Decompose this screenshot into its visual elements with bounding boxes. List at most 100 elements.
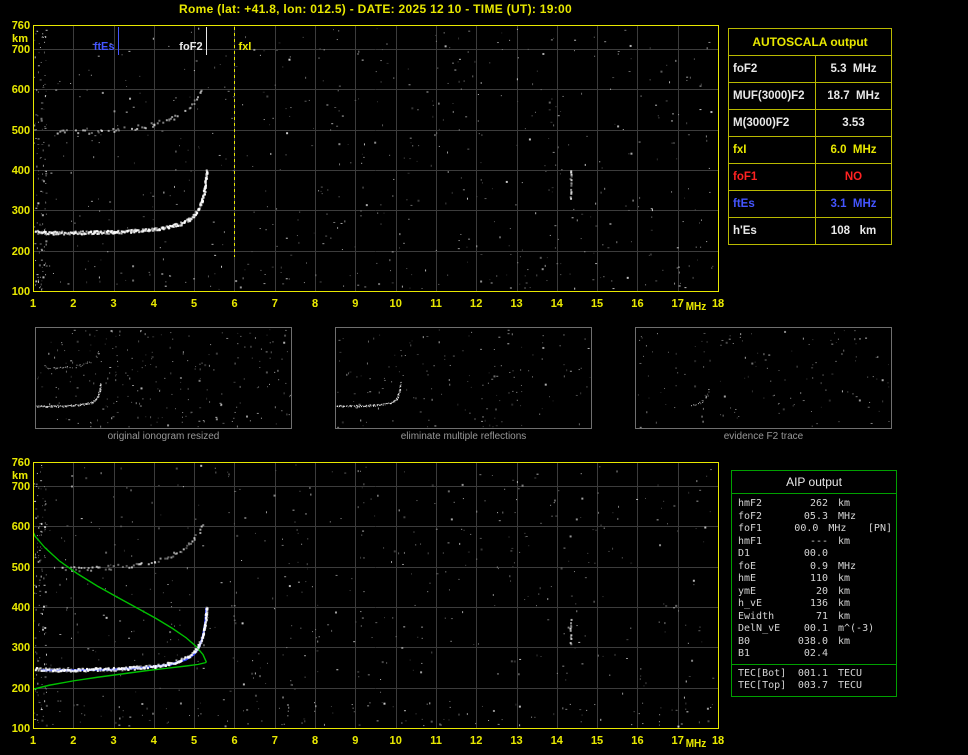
aip-unit (828, 648, 880, 661)
aip-unit (828, 548, 880, 561)
autoscala-param-label: MUF(3000)F2 (729, 83, 816, 109)
aip-unit: km (838, 598, 851, 609)
autoscala-param-value: 18.7 MHz (827, 90, 880, 102)
thumbnail-evidence-f2-trace (635, 327, 892, 429)
autoscala-row: h'Es 108 km (729, 217, 891, 244)
aip-extra (880, 561, 882, 574)
autoscala-param-value: 5.3 MHz (830, 63, 877, 75)
autoscala-param-value: 108 km (830, 225, 877, 237)
aip-extra (880, 611, 882, 624)
aip-label: D1 (738, 548, 751, 559)
bottom-ionogram-plot (0, 453, 740, 751)
autoscala-row: foF1 NO (729, 163, 891, 190)
aip-row: TEC[Bot] 001.1 TECU (738, 668, 892, 681)
aip-extra (880, 668, 882, 681)
aip-row: foF1 00.0 MHz [PN] (738, 523, 892, 536)
aip-extra (880, 511, 882, 524)
aip-row: hmE 110 km (738, 573, 892, 586)
aip-label: TEC[Top] (738, 680, 787, 691)
autoscala-output-table: AUTOSCALA output foF2 5.3 MHz MUF(3000)F2 1… (728, 28, 892, 245)
autoscala-row: MUF(3000)F2 18.7 MHz (729, 82, 891, 109)
aip-label: hmF1 (738, 535, 763, 547)
aip-row: ymE 20 km (738, 586, 892, 599)
autoscala-param-label: foF2 (729, 56, 816, 82)
aip-value: 003.7 (797, 680, 828, 691)
aip-value: 0.9 (809, 560, 828, 572)
autoscala-row: fxI 6.0 MHz (729, 136, 891, 163)
top-ionogram-plot (0, 16, 740, 314)
autoscala-row: M(3000)F2 3.53 (729, 109, 891, 136)
aip-unit: m^(-3) (838, 623, 875, 634)
aip-output-table: AIP output hmF2 262 km foF2 05.3 MHz foF1 00.0 M… (731, 470, 897, 697)
aip-label: B0 (738, 635, 751, 647)
thumbnail-caption: eliminate multiple reflections (400, 431, 527, 442)
aip-value: 038.0 (797, 635, 828, 647)
aip-label: foF2 (738, 510, 763, 522)
aip-label: h_vE (738, 598, 763, 609)
aip-extra (880, 586, 882, 599)
aip-unit: km (838, 585, 851, 597)
aip-row: hmF2 262 km (738, 498, 892, 511)
aip-label: hmE (738, 573, 757, 584)
thumbnail-caption: evidence F2 trace (723, 431, 804, 442)
aip-extra (880, 680, 882, 693)
aip-row: D1 00.0 (738, 548, 892, 561)
aip-unit: MHz (828, 523, 847, 534)
autoscala-param-value: 6.0 MHz (830, 144, 877, 156)
page-title: Rome (lat: +41.8, lon: 012.5) - DATE: 20… (179, 2, 572, 16)
aip-extra (880, 548, 882, 561)
aip-value: 02.4 (803, 648, 828, 659)
aip-value: 71 (815, 610, 828, 622)
aip-tec-separator (732, 663, 896, 665)
autoscala-param-value: 3.53 (842, 117, 865, 129)
aip-value: 00.0 (803, 548, 828, 559)
aip-extra (880, 636, 882, 649)
autoscala-param-value: 3.1 MHz (830, 198, 877, 210)
aip-extra: [PN] (867, 523, 892, 534)
aip-label: hmF2 (738, 498, 763, 509)
aip-unit: km (838, 535, 851, 547)
aip-extra (880, 536, 882, 549)
aip-extra (880, 648, 882, 661)
autoscala-param-value: NO (844, 171, 863, 183)
autoscala-param-label: ftEs (729, 191, 816, 217)
aip-value: 00.1 (803, 623, 828, 634)
aip-table-header: AIP output (732, 471, 896, 494)
aip-extra (880, 598, 882, 611)
aip-unit: km (838, 610, 851, 622)
aip-extra (880, 573, 882, 586)
aip-label: ymE (738, 585, 757, 597)
autoscala-param-label: M(3000)F2 (729, 110, 816, 136)
aip-unit: km (838, 498, 851, 509)
aip-value: --- (809, 535, 828, 547)
aip-row: B1 02.4 (738, 648, 892, 661)
autoscala-param-label: h'Es (729, 218, 816, 244)
autoscala-table-header: AUTOSCALA output (752, 35, 868, 49)
aip-unit: TECU (838, 667, 863, 679)
aip-value: 262 (809, 498, 828, 509)
autoscala-screen: { "title": "Rome (lat: +41.8, lon: 012.5… (0, 0, 968, 755)
aip-value: 05.3 (803, 510, 828, 522)
aip-row: foF2 05.3 MHz (738, 511, 892, 524)
aip-unit: MHz (838, 560, 857, 572)
aip-label: DelN_vE (738, 623, 781, 634)
aip-label: foE (738, 560, 757, 572)
aip-row: foE 0.9 MHz (738, 561, 892, 574)
aip-value: 20 (815, 585, 828, 597)
aip-row: h_vE 136 km (738, 598, 892, 611)
autoscala-table-body: foF2 5.3 MHz MUF(3000)F2 18.7 MHz M(3000)F2 3… (729, 55, 891, 244)
autoscala-param-label: foF1 (729, 164, 816, 190)
aip-value: 136 (809, 598, 828, 609)
aip-label: TEC[Bot] (738, 667, 787, 679)
thumbnail-eliminate-reflections (335, 327, 592, 429)
aip-value: 001.1 (797, 667, 828, 679)
aip-label: foF1 (738, 523, 763, 534)
aip-value: 00.0 (794, 523, 819, 534)
aip-extra (880, 498, 882, 511)
aip-row: DelN_vE 00.1 m^(-3) (738, 623, 892, 636)
aip-extra (880, 623, 882, 636)
aip-unit: km (838, 573, 851, 584)
autoscala-param-label: fxI (729, 137, 816, 163)
aip-unit: km (838, 635, 851, 647)
aip-value: 110 (809, 573, 828, 584)
